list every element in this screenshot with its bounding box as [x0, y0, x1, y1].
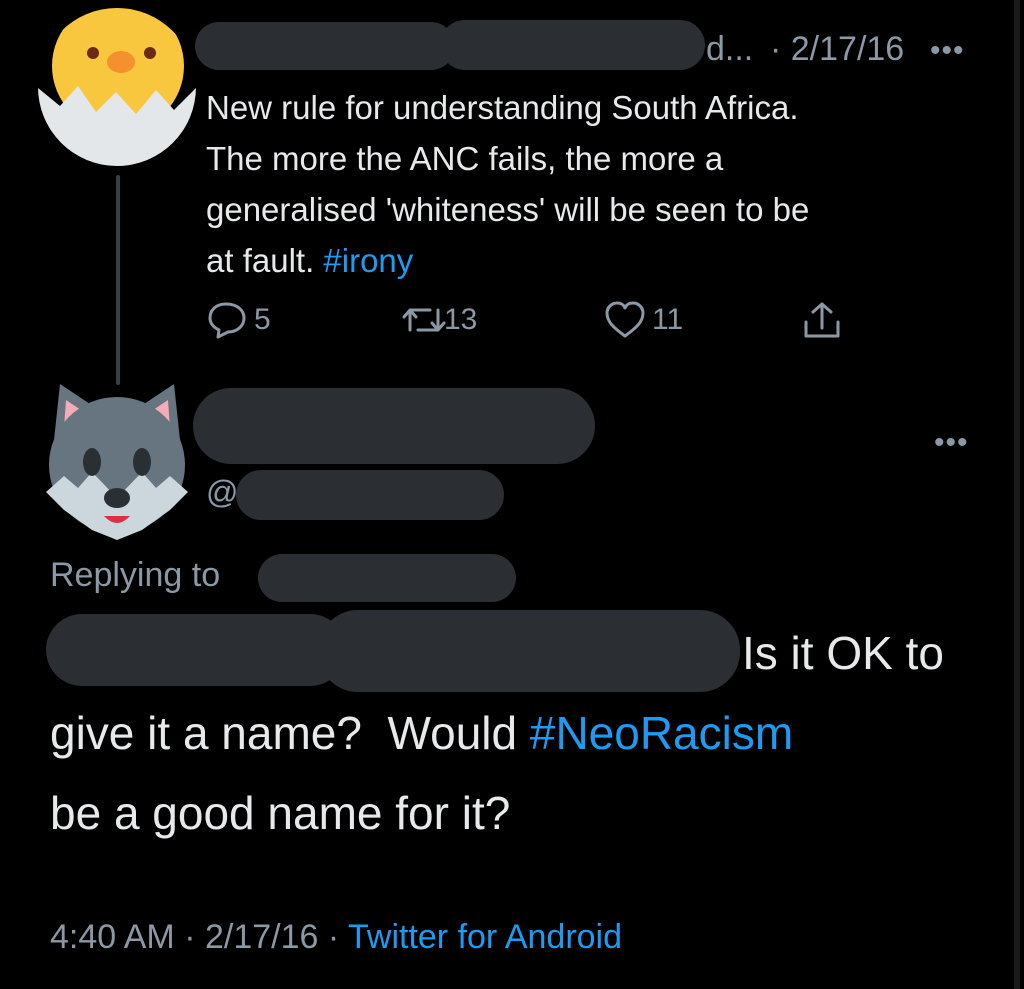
- redacted-mention: [318, 610, 740, 692]
- thread-connector: [116, 175, 120, 385]
- retweet-count: 13: [444, 303, 478, 336]
- redacted-handle: [236, 470, 504, 520]
- more-options-button[interactable]: •••: [930, 36, 965, 66]
- tweet-text-line: The more the ANC fails, the more a: [206, 140, 724, 177]
- hashtag-neoracism[interactable]: #NeoRacism: [530, 707, 793, 759]
- tweet-date[interactable]: · 2/17/16: [770, 30, 904, 69]
- replying-to-label: Replying to: [50, 556, 221, 594]
- reply-button[interactable]: 5: [206, 300, 271, 340]
- avatar-chick[interactable]: [38, 8, 196, 166]
- redacted-mention: [46, 614, 346, 686]
- redacted-replying-to-handle[interactable]: [258, 554, 516, 602]
- display-name-tail: d...: [706, 30, 754, 68]
- tweet-text-line: at fault. #irony: [206, 242, 414, 279]
- reply-icon: [208, 302, 246, 339]
- share-button[interactable]: [800, 300, 844, 342]
- reply-text-line1: Is it OK to: [742, 627, 944, 679]
- tweet-text-line: New rule for understanding South Africa.: [206, 89, 799, 126]
- hashtag-irony[interactable]: #irony: [323, 242, 413, 279]
- retweet-icon: [402, 308, 446, 332]
- redacted-display-name: [195, 22, 455, 70]
- handle-at-sign: @: [206, 474, 239, 510]
- timestamp: 4:40 AM · 2/17/16 ·: [50, 918, 348, 956]
- tweet-text-line: generalised 'whiteness' will be seen to …: [206, 191, 810, 228]
- reply-text-line3: be a good name for it?: [50, 787, 511, 839]
- hatching-chick-icon: [38, 8, 196, 166]
- share-icon: [804, 302, 840, 338]
- wolf-face-icon: [46, 384, 188, 540]
- like-button[interactable]: 11: [604, 300, 683, 340]
- source-link[interactable]: Twitter for Android: [348, 918, 622, 956]
- like-count: 11: [652, 303, 684, 336]
- tweet-text: New rule for understanding South Africa.…: [206, 82, 986, 286]
- redacted-display-name: [193, 388, 595, 464]
- tweet-meta: 4:40 AM · 2/17/16 · Twitter for Android: [50, 918, 622, 957]
- reply-text-line2: give it a name? Would #NeoRacism: [50, 707, 794, 759]
- scrollbar[interactable]: [1014, 0, 1020, 989]
- reply-count: 5: [254, 303, 271, 336]
- heart-icon: [605, 301, 645, 338]
- more-options-button[interactable]: •••: [934, 428, 969, 458]
- retweet-button[interactable]: 13: [400, 300, 477, 340]
- redacted-handle: [440, 20, 705, 70]
- avatar-wolf[interactable]: [42, 380, 192, 540]
